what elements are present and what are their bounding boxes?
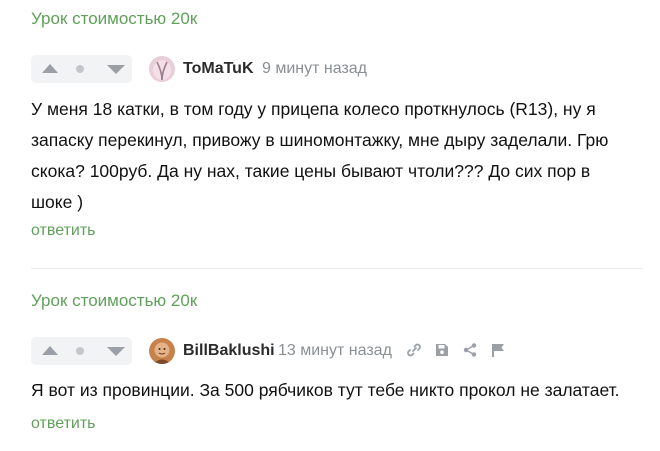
downvote-arrow-icon[interactable] — [107, 347, 125, 356]
vote-box — [31, 55, 132, 83]
avatar[interactable] — [149, 56, 175, 82]
comment-time: 9 минут назад — [262, 60, 368, 77]
author-name[interactable]: ToMaTuK — [183, 59, 254, 79]
post-title-link[interactable]: Урок стоимостью 20к — [31, 291, 197, 311]
downvote-arrow-icon[interactable] — [107, 65, 125, 74]
comment-text: Я вот из провинции. За 500 рябчиков тут … — [31, 380, 620, 400]
reply-link[interactable]: ответить — [31, 221, 96, 241]
upvote-arrow-icon[interactable] — [42, 64, 58, 73]
comment-time: 13 минут назад — [278, 342, 392, 359]
comment-divider — [31, 268, 643, 269]
save-icon[interactable] — [434, 342, 450, 358]
comment-text: У меня 18 катки, в том году у прицепа ко… — [31, 99, 609, 212]
post-title-link[interactable]: Урок стоимостью 20к — [31, 9, 197, 29]
rating-dot-icon — [76, 65, 84, 73]
avatar[interactable] — [149, 338, 175, 364]
report-flag-icon[interactable] — [490, 342, 506, 358]
author-name[interactable]: BillBaklushi — [183, 341, 275, 361]
rating-dot-icon — [76, 347, 84, 355]
vote-box — [31, 337, 132, 365]
upvote-arrow-icon[interactable] — [42, 346, 58, 355]
link-icon[interactable] — [406, 342, 422, 358]
share-icon[interactable] — [462, 342, 478, 358]
reply-link[interactable]: ответить — [31, 414, 96, 434]
